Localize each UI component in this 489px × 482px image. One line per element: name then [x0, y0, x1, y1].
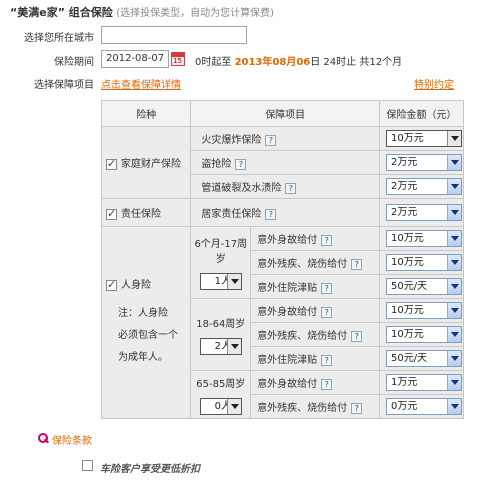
page-title: “美满e家” 组合保险 [10, 6, 113, 19]
list-item: 意外身故给付? [250, 298, 380, 323]
liability-checkbox[interactable] [106, 207, 117, 220]
property-checkbox[interactable] [106, 157, 117, 170]
help-icon[interactable]: ? [321, 234, 333, 246]
view-details-link[interactable]: 点击查看保障详情 [101, 76, 181, 91]
dropdown-arrow-icon [226, 274, 241, 289]
amount-select[interactable]: 1万元 [385, 374, 462, 391]
personal-checkbox[interactable] [106, 278, 117, 291]
dropdown-arrow-icon [446, 375, 461, 390]
list-item: 意外身故给付? [250, 370, 380, 395]
city-input[interactable] [101, 26, 247, 44]
amount-select[interactable]: 50元/天 [385, 278, 462, 295]
help-icon[interactable]: ? [351, 402, 363, 414]
discount-label: 车险客户享受更低折扣 [100, 464, 200, 475]
project-label: 选择保障项目 [34, 80, 94, 91]
dropdown-arrow-icon [446, 205, 461, 220]
dropdown-arrow-icon [446, 179, 461, 194]
period-summary: 0时起至 2013年08月06日 24时止 共12个月 [195, 57, 403, 68]
property-type-cell: 家庭财产保险 [100, 126, 192, 199]
city-label: 选择您所在城市 [24, 33, 94, 44]
discount-checkbox[interactable] [82, 460, 93, 471]
personal-note: 注：人身险 必须包含一个 为成年人。 [118, 308, 178, 363]
age-label: 18-64周岁 [196, 318, 246, 330]
help-icon[interactable]: ? [321, 282, 333, 294]
dropdown-arrow-icon [446, 279, 461, 294]
amount-select[interactable]: 10万元 [385, 302, 462, 319]
total-months: 12 [369, 57, 383, 68]
dropdown-arrow-icon [446, 399, 461, 414]
age-label: 65-85周岁 [196, 378, 246, 390]
help-icon[interactable]: ? [321, 306, 333, 318]
age-label: 6个月-17周岁 [194, 239, 248, 265]
amount-select[interactable]: 0万元 [385, 398, 462, 415]
header-items: 保障项目 [190, 100, 380, 127]
list-item: 居家责任保险? [190, 198, 380, 227]
amount-select[interactable]: 10万元 [385, 230, 462, 247]
liability-type-cell: 责任保险 [100, 198, 192, 227]
list-item: 意外住院津贴? [250, 274, 380, 299]
dropdown-arrow-icon [446, 303, 461, 318]
header-amount: 保险金额（元） [378, 100, 465, 127]
amount-select[interactable]: 2万元 [385, 204, 462, 221]
dropdown-arrow-icon [446, 351, 461, 366]
page-subtitle: (选择投保类型，自动为您计算保费) [116, 8, 275, 19]
amount-select[interactable]: 2万元 [385, 154, 462, 171]
help-icon[interactable]: ? [321, 378, 333, 390]
end-day: 06 [296, 57, 311, 68]
help-icon[interactable]: ? [321, 354, 333, 366]
help-icon[interactable]: ? [285, 182, 297, 194]
period-label: 保险期间 [54, 57, 94, 68]
list-item: 盗抢险? [190, 150, 380, 175]
list-item: 意外残疾、烧伤给付? [250, 250, 380, 275]
dropdown-arrow-icon [446, 255, 461, 270]
property-label: 家庭财产保险 [121, 159, 181, 170]
end-year: 2013 [234, 57, 263, 68]
calendar-icon[interactable] [171, 52, 185, 66]
person-count-select[interactable]: 1人 [199, 273, 242, 290]
magnifier-icon [38, 433, 48, 443]
liability-label: 责任保险 [121, 209, 161, 220]
dropdown-arrow-icon [446, 155, 461, 170]
dropdown-arrow-icon [446, 131, 461, 146]
personal-label: 人身险 [121, 280, 151, 291]
list-item: 管道破裂及水渍险? [190, 174, 380, 199]
page-header: “美满e家” 组合保险 (选择投保类型，自动为您计算保费) [10, 4, 274, 20]
header-type: 险种 [100, 100, 192, 127]
list-item: 意外残疾、烧伤给付? [250, 394, 380, 419]
dropdown-arrow-icon [446, 327, 461, 342]
help-icon[interactable]: ? [265, 134, 277, 146]
help-icon[interactable]: ? [351, 258, 363, 270]
personal-type-cell: 人身险 注：人身险 必须包含一个 为成年人。 [100, 226, 192, 419]
person-count-select[interactable]: 0人 [199, 397, 242, 415]
person-count-select[interactable]: 2人 [199, 337, 242, 355]
amount-select[interactable]: 10万元 [385, 326, 462, 343]
help-icon[interactable]: ? [235, 158, 247, 170]
help-icon[interactable]: ? [351, 330, 363, 342]
list-item: 意外住院津贴? [250, 346, 380, 371]
insurance-table: 险种 保障项目 保险金额（元） 家庭财产保险 火灾爆炸保险? 10万元 盗抢险?… [100, 100, 465, 419]
list-item: 意外残疾、烧伤给付? [250, 322, 380, 347]
list-item: 意外身故给付? [250, 226, 380, 251]
end-month: 08 [272, 57, 287, 68]
amount-select[interactable]: 2万元 [385, 178, 462, 195]
amount-select[interactable]: 50元/天 [385, 350, 462, 367]
start-date-input[interactable]: 2012-08-07 [101, 50, 169, 68]
dropdown-arrow-icon [226, 398, 241, 414]
age-group: 65-85周岁 0人 [190, 370, 252, 419]
age-group: 18-64周岁 2人 [190, 298, 252, 371]
special-terms-link[interactable]: 特别约定 [414, 76, 454, 91]
amount-select[interactable]: 10万元 [385, 130, 462, 147]
dropdown-arrow-icon [446, 231, 461, 246]
help-icon[interactable]: ? [265, 208, 277, 220]
terms-link[interactable]: 保险条款 [52, 432, 92, 447]
amount-select[interactable]: 10万元 [385, 254, 462, 271]
list-item: 火灾爆炸保险? [190, 126, 380, 151]
dropdown-arrow-icon [226, 338, 241, 354]
age-group: 6个月-17周岁 1人 [190, 226, 252, 299]
